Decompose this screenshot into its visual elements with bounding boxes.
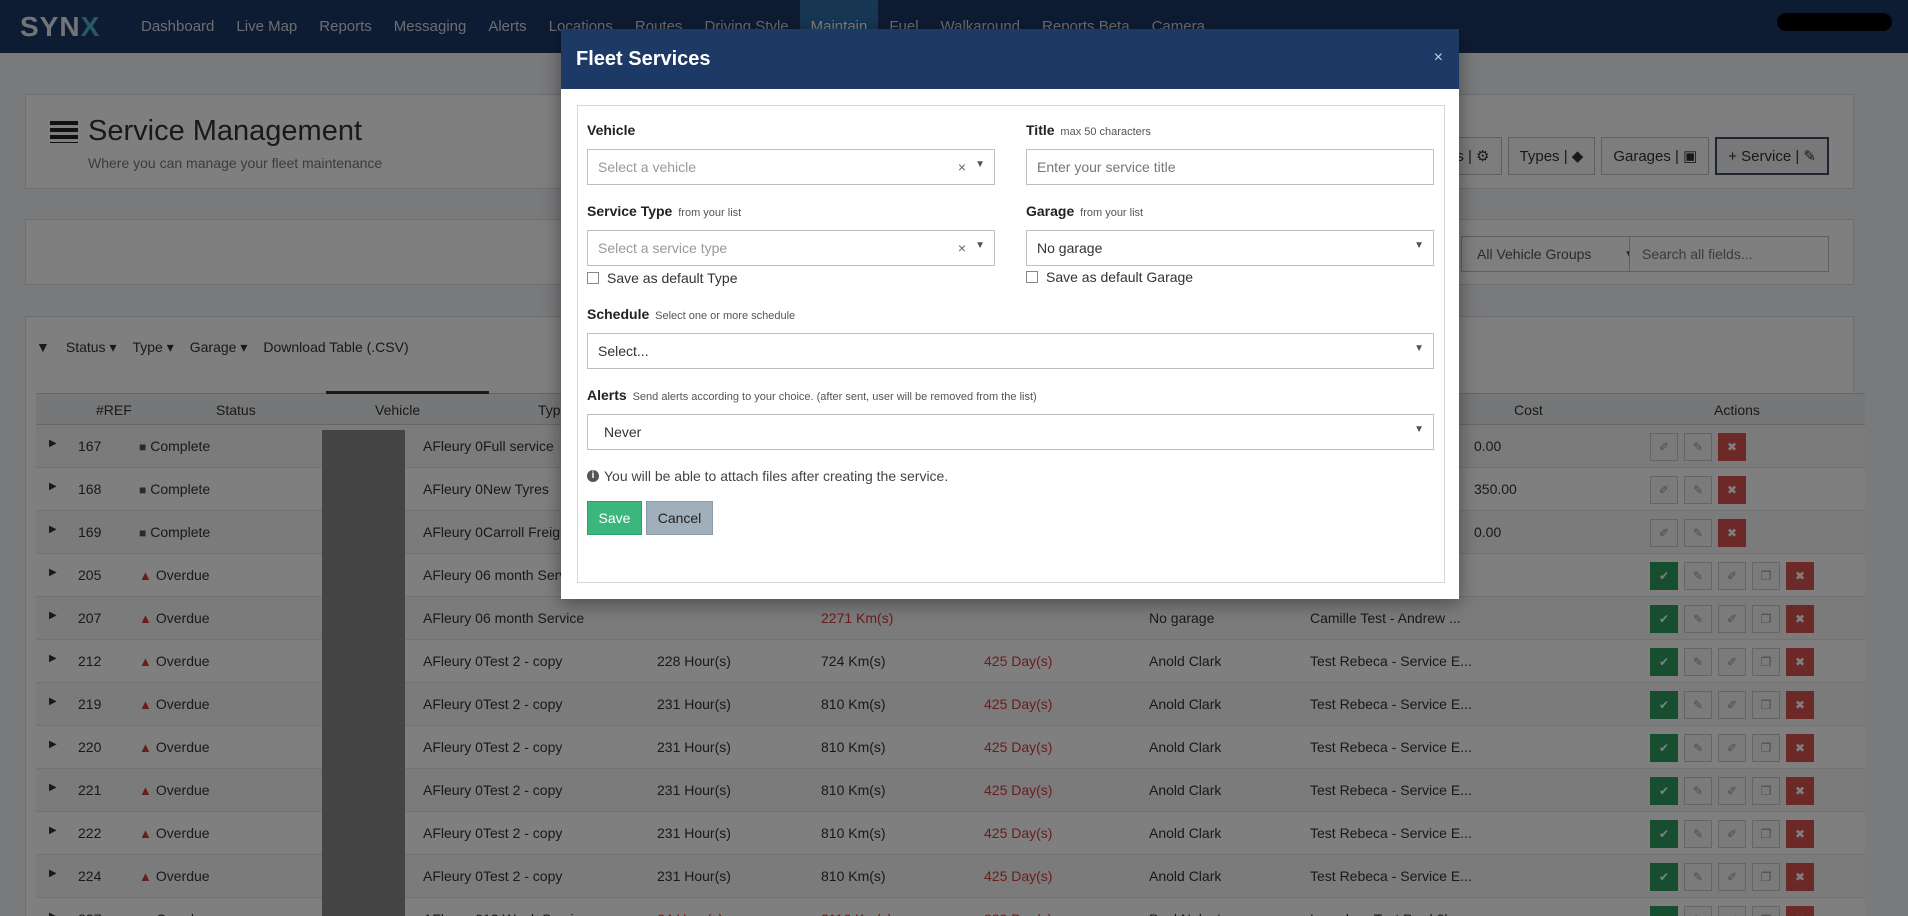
vehicle-select[interactable]: Select a vehicle × ▼ (587, 149, 995, 185)
fleet-services-modal: Fleet Services × Vehicle Select a vehicl… (561, 29, 1459, 599)
service-form: Vehicle Select a vehicle × ▼ Title max 50 … (577, 105, 1445, 583)
garage-label: Garage from your list (1026, 203, 1144, 219)
modal-header: Fleet Services × (561, 29, 1459, 89)
schedule-select[interactable]: Select... ▼ (587, 333, 1434, 369)
alerts-label: Alerts Send alerts according to your cho… (587, 387, 1037, 403)
clear-icon[interactable]: × (958, 159, 966, 175)
service-type-label: Service Type from your list (587, 203, 742, 219)
caret-down-icon: ▼ (1414, 343, 1424, 354)
cancel-button[interactable]: Cancel (646, 501, 713, 535)
garage-select[interactable]: No garage ▼ (1026, 230, 1434, 266)
caret-down-icon: ▼ (975, 240, 985, 251)
title-label: Title max 50 characters (1026, 122, 1151, 138)
save-default-garage-checkbox[interactable]: Save as default Garage (1026, 269, 1193, 285)
service-title-input[interactable]: Enter your service title (1026, 149, 1434, 185)
clear-icon[interactable]: × (958, 240, 966, 256)
service-type-select[interactable]: Select a service type × ▼ (587, 230, 995, 266)
caret-down-icon: ▼ (1414, 424, 1424, 435)
schedule-label: Schedule Select one or more schedule (587, 306, 796, 322)
vehicle-label: Vehicle (587, 122, 636, 138)
modal-title: Fleet Services (576, 47, 711, 70)
info-icon: i (587, 470, 599, 482)
attach-files-note: i You will be able to attach files after … (587, 468, 948, 484)
caret-down-icon: ▼ (975, 159, 985, 170)
alerts-select[interactable]: Never ▼ (587, 414, 1434, 450)
save-button[interactable]: Save (587, 501, 642, 535)
caret-down-icon: ▼ (1414, 240, 1424, 251)
save-default-type-checkbox[interactable]: Save as default Type (587, 270, 738, 286)
close-icon[interactable]: × (1434, 49, 1443, 67)
